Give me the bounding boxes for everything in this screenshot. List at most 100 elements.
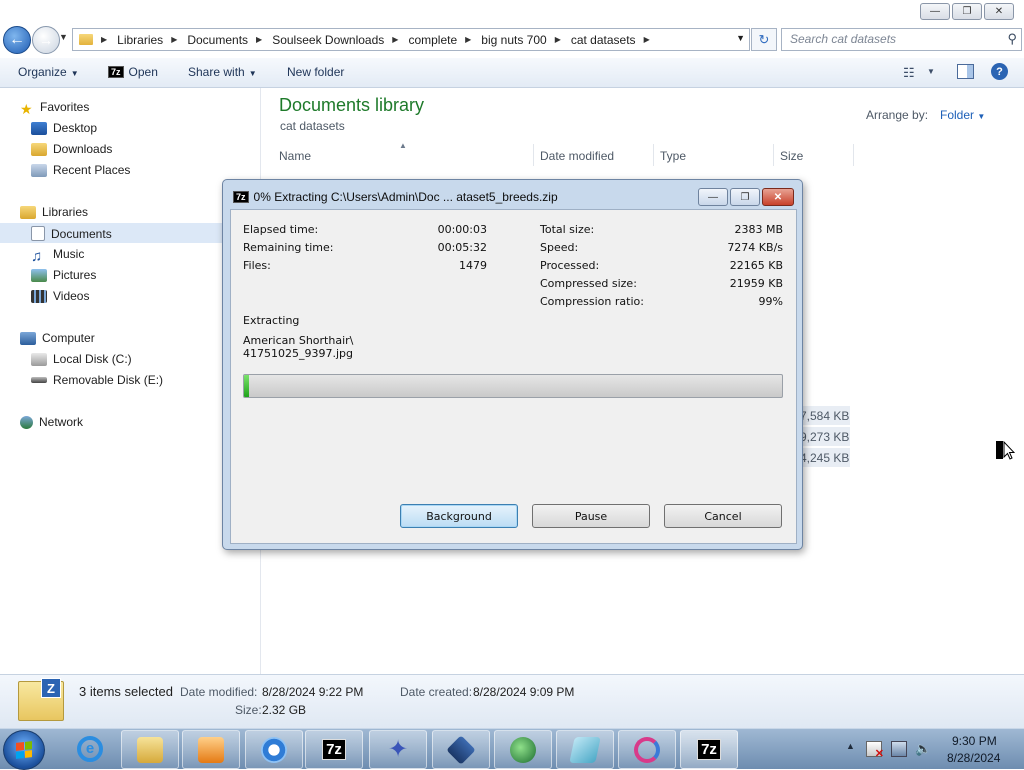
compressed-size-label: Compressed size:: [540, 277, 637, 290]
dialog-close-button[interactable]: ✕: [762, 188, 794, 206]
file-size-cell[interactable]: 9,273 KB: [800, 427, 850, 446]
address-bar[interactable]: ▶ Libraries ▶ Documents ▶ Soulseek Downloa…: [72, 28, 750, 51]
maximize-button[interactable]: ❐: [952, 3, 982, 20]
7zip-active-button[interactable]: 7z: [680, 730, 738, 769]
action-center-icon[interactable]: ✕: [866, 741, 884, 760]
selection-count: 3 items selected: [79, 684, 173, 699]
zip-archive-icon: Z: [18, 678, 64, 721]
recent-pages-dropdown-icon[interactable]: ▼: [59, 32, 68, 42]
compression-ratio-value: 99%: [758, 295, 783, 308]
chromium-icon: [261, 736, 287, 763]
size-value: 2.32 GB: [262, 703, 307, 717]
share-with-menu[interactable]: Share with ▼: [188, 65, 257, 79]
swirl-app-button[interactable]: [618, 730, 676, 769]
pause-button[interactable]: Pause: [532, 504, 650, 528]
current-file: 41751025_9397.jpg: [243, 347, 353, 360]
network-globe-button[interactable]: [494, 730, 552, 769]
preview-pane-icon[interactable]: [957, 64, 974, 79]
date-modified-label: Date modified:: [180, 685, 258, 699]
nav-removable-disk[interactable]: Removable Disk (E:): [31, 373, 163, 387]
nav-videos[interactable]: Videos: [31, 289, 89, 303]
date-created-value: 8/28/2024 9:09 PM: [473, 685, 575, 699]
network-icon: [20, 415, 33, 429]
volume-muted-icon[interactable]: 🔈: [915, 741, 931, 756]
nav-libraries[interactable]: Libraries: [20, 205, 88, 219]
cancel-button[interactable]: Cancel: [664, 504, 782, 528]
nav-music[interactable]: ♫ Music: [31, 247, 84, 265]
breadcrumb-big-nuts-700[interactable]: big nuts 700 ▶: [481, 33, 561, 47]
search-input[interactable]: Search cat datasets ⚲: [781, 28, 1022, 51]
organize-menu[interactable]: Organize ▼: [18, 65, 79, 79]
close-button[interactable]: ✕: [984, 3, 1014, 20]
breadcrumb-soulseek-downloads[interactable]: Soulseek Downloads ▶: [272, 33, 398, 47]
column-header-name[interactable]: Name: [279, 149, 311, 163]
nav-downloads[interactable]: Downloads: [31, 142, 112, 156]
7zip-icon: 7z: [233, 191, 249, 203]
arrange-by-dropdown[interactable]: Folder ▼: [940, 108, 985, 122]
background-button[interactable]: Background: [400, 504, 518, 528]
column-header-date-modified[interactable]: Date modified: [540, 149, 614, 163]
media-player-icon: [198, 736, 224, 763]
column-divider[interactable]: [533, 144, 534, 166]
minimize-button[interactable]: —: [920, 3, 950, 20]
chevron-down-icon: ▼: [977, 112, 986, 121]
file-size-cell[interactable]: 7,584 KB: [800, 406, 850, 425]
7zip-icon: 7z: [108, 66, 124, 78]
breadcrumb-complete[interactable]: complete ▶: [408, 33, 471, 47]
nav-recent-places[interactable]: Recent Places: [31, 163, 130, 177]
chevron-down-icon: ▼: [248, 69, 257, 78]
virtualbox-button[interactable]: [432, 730, 490, 769]
dialog-maximize-button[interactable]: ❐: [730, 188, 760, 206]
network-status-icon[interactable]: [891, 741, 907, 757]
show-hidden-icons-icon[interactable]: ▲: [846, 741, 855, 751]
search-icon[interactable]: ⚲: [1007, 31, 1017, 47]
compression-ratio-label: Compression ratio:: [540, 295, 644, 308]
extraction-progress-dialog: 7z 0% Extracting C:\Users\Admin\Doc ... a…: [222, 179, 803, 550]
help-icon[interactable]: ?: [991, 63, 1008, 80]
nav-local-disk[interactable]: Local Disk (C:): [31, 352, 132, 366]
breadcrumb-separator-icon: ▶: [101, 35, 108, 44]
breadcrumb-libraries[interactable]: Libraries ▶: [117, 33, 177, 47]
dialog-title[interactable]: 7z 0% Extracting C:\Users\Admin\Doc ... a…: [233, 190, 558, 204]
navigation-bar: ← → ▼ ▶ Libraries ▶ Documents ▶ Soulseek D…: [0, 24, 1024, 54]
view-options-dropdown-icon[interactable]: ▼: [927, 67, 935, 76]
column-divider[interactable]: [773, 144, 774, 166]
start-button[interactable]: [3, 730, 45, 770]
breadcrumb-cat-datasets[interactable]: cat datasets ▶: [571, 33, 650, 47]
progress-bar-fill: [244, 375, 250, 397]
change-view-icon[interactable]: ☷: [903, 65, 915, 81]
clock-time[interactable]: 9:30 PM: [952, 734, 997, 748]
column-divider[interactable]: [653, 144, 654, 166]
column-divider[interactable]: [853, 144, 854, 166]
nav-favorites[interactable]: ★ Favorites: [20, 100, 89, 117]
chromium-button[interactable]: [245, 730, 303, 769]
media-player-button[interactable]: [182, 730, 240, 769]
file-size-cell[interactable]: 4,245 KB: [800, 448, 850, 467]
open-button[interactable]: 7z Open: [108, 65, 158, 79]
back-button[interactable]: ←: [3, 26, 31, 54]
new-folder-button[interactable]: New folder: [287, 65, 344, 79]
7zip-taskbar-button[interactable]: 7z: [305, 730, 363, 769]
library-subtitle: cat datasets: [280, 119, 345, 133]
nav-network[interactable]: Network: [20, 415, 83, 429]
kestrel-button[interactable]: ✦: [369, 730, 427, 769]
clock-date[interactable]: 8/28/2024: [947, 751, 1000, 765]
nav-desktop[interactable]: Desktop: [31, 121, 97, 135]
refresh-button[interactable]: ↻: [751, 28, 777, 51]
address-history-dropdown-icon[interactable]: ▼: [736, 33, 745, 43]
taskbar: e 7z ✦ 7z ▲ ✕ 🔈 9:30 PM 8/28/2024: [0, 728, 1024, 770]
column-header-size[interactable]: Size: [780, 149, 803, 163]
7zip-icon: 7z: [322, 739, 346, 760]
virtualbox-icon: [446, 734, 476, 765]
forward-button[interactable]: →: [32, 26, 60, 54]
breadcrumb-documents[interactable]: Documents ▶: [187, 33, 262, 47]
nav-documents[interactable]: Documents: [31, 226, 112, 241]
nav-pictures[interactable]: Pictures: [31, 268, 96, 282]
notepad-button[interactable]: [556, 730, 614, 769]
file-explorer-button[interactable]: [121, 730, 179, 769]
dialog-minimize-button[interactable]: —: [698, 188, 728, 206]
column-header-type[interactable]: Type: [660, 149, 686, 163]
internet-explorer-button[interactable]: e: [62, 730, 118, 767]
nav-computer[interactable]: Computer: [20, 331, 95, 345]
arrange-by-label: Arrange by:: [866, 108, 929, 122]
